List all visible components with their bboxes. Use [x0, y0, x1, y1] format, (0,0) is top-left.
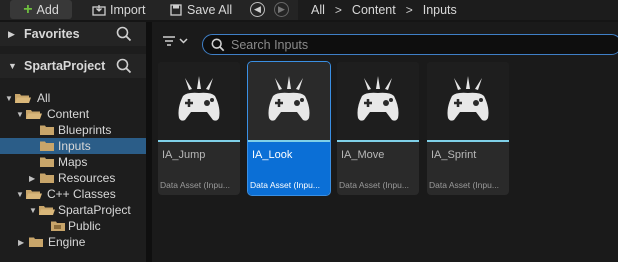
tree-item-content[interactable]: ▼ Content	[0, 106, 146, 122]
asset-tile-ia-move[interactable]: IA_Move Data Asset (Inpu...	[337, 62, 419, 195]
save-all-button[interactable]: Save All	[170, 0, 232, 20]
asset-thumbnail	[427, 62, 509, 140]
content-browser: + Add Import Save All ◀ ▶ All > Content …	[0, 0, 618, 262]
forward-arrow-icon[interactable]: ▶	[274, 2, 289, 17]
folder-icon	[40, 173, 54, 183]
breadcrumb: All > Content > Inputs	[298, 0, 618, 20]
project-label: SpartaProject	[24, 59, 106, 73]
gamepad-icon	[268, 76, 310, 121]
asset-thumbnail	[158, 62, 240, 140]
tree-item-label: Engine	[48, 235, 86, 249]
tree-item-label: C++ Classes	[47, 187, 116, 201]
gamepad-icon	[447, 76, 489, 121]
asset-type: Data Asset (Inpu...	[250, 180, 320, 190]
search-input[interactable]	[231, 37, 611, 52]
collapse-arrow-icon[interactable]: ▶	[8, 29, 15, 40]
gamepad-icon	[357, 76, 399, 121]
asset-type: Data Asset (Inpu...	[160, 180, 230, 190]
asset-type-stripe	[248, 140, 330, 142]
open-folder-icon	[26, 110, 42, 119]
tree-item-engine[interactable]: ▶ Engine	[0, 234, 146, 250]
back-arrow-icon[interactable]: ◀	[250, 2, 265, 17]
asset-thumbnail	[248, 62, 330, 140]
tree-item-label: Resources	[58, 171, 116, 185]
tree-item-label: Blueprints	[58, 123, 112, 137]
breadcrumb-item[interactable]: All	[311, 3, 325, 17]
expand-arrow-icon[interactable]: ▼	[29, 206, 37, 215]
collapse-arrow-icon[interactable]: ▶	[18, 238, 24, 247]
gamepad-icon	[178, 76, 220, 121]
expand-arrow-icon[interactable]: ▼	[5, 94, 13, 103]
breadcrumb-separator-icon[interactable]: >	[406, 3, 413, 17]
asset-thumbnail	[337, 62, 419, 140]
code-folder-icon	[51, 221, 65, 231]
asset-type-stripe	[427, 140, 509, 142]
breadcrumb-item[interactable]: Inputs	[423, 3, 457, 17]
filter-icon	[163, 36, 175, 46]
breadcrumb-item[interactable]: Content	[352, 3, 396, 17]
add-button-label: Add	[36, 2, 59, 17]
tree-item-spartaproject[interactable]: ▼ SpartaProject	[0, 202, 146, 218]
asset-tile-ia-sprint[interactable]: IA_Sprint Data Asset (Inpu...	[427, 62, 509, 195]
tree-item-label: Inputs	[58, 139, 91, 153]
search-icon[interactable]	[116, 26, 132, 42]
asset-view: IA_Jump Data Asset (Inpu... IA_Look Data…	[152, 22, 618, 262]
toolbar: + Add Import Save All ◀ ▶ All > Content …	[0, 0, 618, 20]
folder-icon	[40, 125, 54, 135]
plus-icon: +	[23, 0, 33, 18]
expand-arrow-icon[interactable]: ▼	[16, 190, 24, 199]
open-folder-icon	[26, 190, 42, 199]
asset-name: IA_Move	[341, 149, 385, 161]
favorites-label: Favorites	[24, 27, 80, 41]
asset-tile-ia-look[interactable]: IA_Look Data Asset (Inpu...	[247, 61, 331, 196]
asset-name: IA_Look	[252, 149, 293, 161]
tree-item-resources[interactable]: ▶ Resources	[0, 170, 146, 186]
import-button-label: Import	[110, 3, 146, 17]
tree-item-label: Content	[47, 107, 90, 121]
tree-item-maps[interactable]: Maps	[0, 154, 146, 170]
folder-icon	[40, 141, 54, 151]
search-icon	[211, 38, 225, 51]
save-icon	[170, 4, 182, 16]
folder-icon	[40, 157, 54, 167]
asset-name: IA_Sprint	[431, 149, 477, 161]
tree-item-label: SpartaProject	[58, 203, 131, 217]
asset-name: IA_Jump	[162, 149, 206, 161]
project-header[interactable]: ▼ SpartaProject	[0, 54, 146, 78]
expand-arrow-icon[interactable]: ▼	[8, 61, 17, 71]
expand-arrow-icon[interactable]: ▼	[16, 110, 24, 119]
sources-panel: ▶ Favorites ▼ SpartaProject ▼ All ▼ Cont…	[0, 22, 146, 262]
open-folder-icon	[15, 94, 31, 103]
tree-item-public[interactable]: Public	[0, 218, 146, 234]
breadcrumb-separator-icon[interactable]: >	[335, 3, 342, 17]
search-box[interactable]	[202, 34, 618, 55]
search-icon[interactable]	[116, 58, 132, 74]
save-all-button-label: Save All	[187, 3, 233, 17]
import-button[interactable]: Import	[92, 0, 145, 20]
chevron-down-icon	[179, 38, 188, 44]
filter-button[interactable]	[162, 35, 188, 47]
asset-type-stripe	[158, 140, 240, 142]
tree-item-label: Maps	[58, 155, 88, 169]
asset-tile-ia-jump[interactable]: IA_Jump Data Asset (Inpu...	[158, 62, 240, 195]
favorites-header[interactable]: ▶ Favorites	[0, 22, 146, 46]
open-folder-icon	[39, 206, 55, 215]
asset-type: Data Asset (Inpu...	[429, 180, 499, 190]
folder-icon	[29, 237, 43, 247]
tree-item-inputs[interactable]: Inputs	[0, 138, 146, 154]
tree-item-label: Public	[68, 219, 101, 233]
collapse-arrow-icon[interactable]: ▶	[29, 174, 35, 183]
import-icon	[92, 5, 106, 16]
tree-item-cpp-classes[interactable]: ▼ C++ Classes	[0, 186, 146, 202]
tree-item-blueprints[interactable]: Blueprints	[0, 122, 146, 138]
add-button[interactable]: + Add	[10, 0, 72, 19]
tree-item-label: All	[37, 91, 51, 105]
asset-type: Data Asset (Inpu...	[339, 180, 409, 190]
tree-item-all[interactable]: ▼ All	[0, 90, 146, 106]
asset-type-stripe	[337, 140, 419, 142]
